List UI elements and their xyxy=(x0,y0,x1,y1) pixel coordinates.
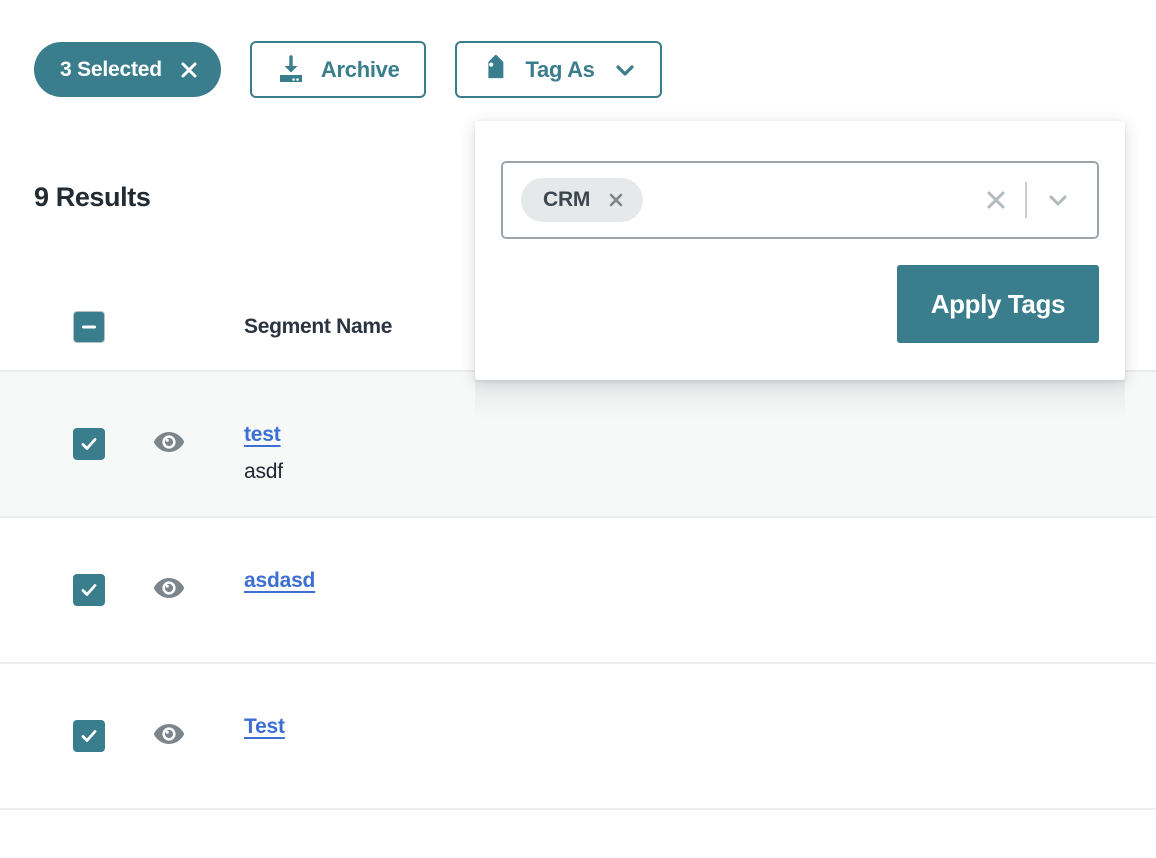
tag-chip-label: CRM xyxy=(543,188,591,211)
row-select-cell xyxy=(0,810,136,858)
check-icon xyxy=(81,730,97,742)
minus-icon xyxy=(82,325,96,328)
check-icon xyxy=(81,584,97,596)
segment-description: asdf xyxy=(244,460,283,483)
archive-button[interactable]: Archive xyxy=(249,41,426,98)
archive-download-icon xyxy=(276,54,306,85)
tag-as-button-label: Tag As xyxy=(525,56,595,82)
select-all-checkbox[interactable] xyxy=(73,310,105,343)
table-row[interactable]: asdasd xyxy=(0,518,1156,664)
row-checkbox[interactable] xyxy=(73,574,105,606)
selected-count-pill[interactable]: 3 Selected xyxy=(34,42,221,97)
row-visibility-cell xyxy=(136,518,202,662)
row-select-cell xyxy=(0,518,136,662)
segments-page: 3 Selected Archive Tag As 9 Results Segm… xyxy=(0,0,1156,858)
segment-name-link[interactable]: asdasd xyxy=(244,569,315,593)
row-name-cell: test asdf xyxy=(202,372,1156,484)
archive-button-label: Archive xyxy=(320,56,400,82)
chevron-down-icon xyxy=(614,59,636,81)
apply-tags-button[interactable]: Apply Tags xyxy=(896,265,1099,343)
column-header-segment-name: Segment Name xyxy=(244,314,393,338)
row-visibility-cell xyxy=(136,664,202,808)
results-count-heading: 9 Results xyxy=(34,182,151,212)
clear-x-icon[interactable] xyxy=(969,187,1023,213)
segment-name-link[interactable]: test xyxy=(244,423,281,447)
eye-icon[interactable] xyxy=(152,721,186,752)
row-visibility-cell xyxy=(136,372,202,516)
tag-icon xyxy=(481,54,511,85)
tag-chip: CRM xyxy=(521,178,644,222)
tag-as-button[interactable]: Tag As xyxy=(454,41,662,98)
close-x-icon[interactable] xyxy=(179,60,199,80)
table-row[interactable]: Test xyxy=(0,664,1156,810)
chevron-down-icon[interactable] xyxy=(1029,187,1087,213)
row-select-cell xyxy=(0,372,136,516)
selected-count-label: 3 Selected xyxy=(60,57,162,81)
tag-multiselect[interactable]: CRM xyxy=(501,161,1099,239)
select-divider xyxy=(1025,182,1027,218)
row-name-cell: Test xyxy=(202,664,1156,739)
table-row[interactable]: test asdf xyxy=(0,372,1156,518)
segment-name-link[interactable]: Test xyxy=(244,715,285,739)
row-select-cell xyxy=(0,664,136,808)
table-row[interactable]: those users xyxy=(0,810,1156,858)
row-name-cell: those users xyxy=(202,810,1156,858)
row-checkbox[interactable] xyxy=(73,720,105,752)
bulk-action-toolbar: 3 Selected Archive Tag As xyxy=(34,41,662,98)
check-icon xyxy=(81,438,97,450)
row-checkbox[interactable] xyxy=(73,428,105,460)
close-x-icon[interactable] xyxy=(606,190,626,210)
row-visibility-cell xyxy=(136,810,202,858)
eye-icon[interactable] xyxy=(152,429,186,460)
eye-icon[interactable] xyxy=(152,575,186,606)
header-select-all-cell xyxy=(0,310,136,343)
apply-tags-row: Apply Tags xyxy=(501,265,1099,343)
row-name-cell: asdasd xyxy=(202,518,1156,593)
tag-as-dropdown-panel: CRM Apply Tags xyxy=(475,121,1125,380)
